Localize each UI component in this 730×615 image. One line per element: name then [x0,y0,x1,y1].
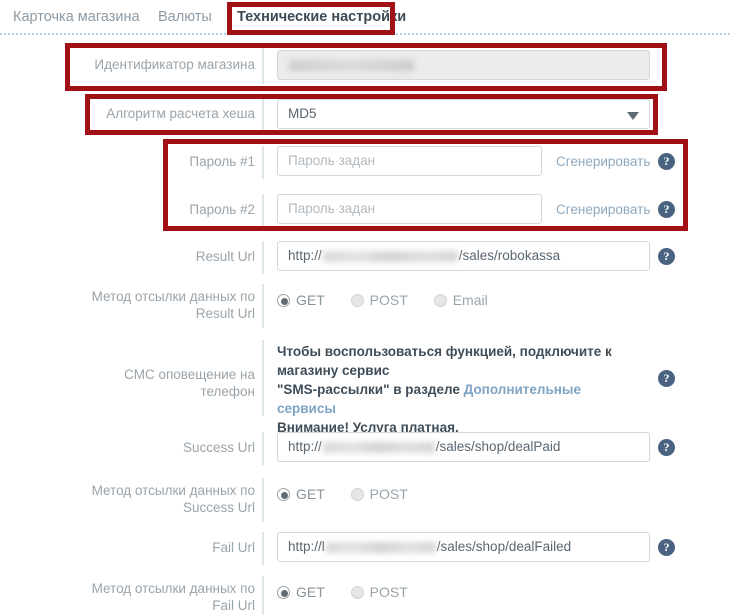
row-divider [262,48,264,84]
hash-algorithm-value: MD5 [288,106,317,121]
masked-domain [325,541,436,553]
row-divider [262,284,264,328]
success-url-input[interactable]: http:// /sales/shop/dealPaid [277,432,650,462]
password-2-label: Пароль #2 [189,202,255,217]
sms-text-line-3-prefix: "SMS-рассылки" в разделе [277,382,464,397]
radio-dot-icon [350,586,364,599]
hash-algorithm-label: Алгоритм расчета хеша [106,106,255,121]
help-icon[interactable]: ? [658,539,675,556]
success-method-label-line1: Метод отсылки данных по [91,483,255,498]
result-url-suffix: /sales/robokassa [458,248,561,263]
radio-dot-icon [277,586,290,599]
result-method-label-line2: Result Url [195,306,255,321]
radio-dot-icon [350,488,364,501]
success-url-prefix: http:// [288,439,322,454]
sms-info-text: Чтобы воспользоваться функцией, подключи… [277,342,637,437]
sms-label-line1: СМС оповещение на [124,367,255,382]
masked-domain [322,441,435,453]
password-1-input[interactable]: Пароль задан [277,146,542,176]
radio-success-get[interactable]: GET [277,486,325,502]
chevron-down-icon [627,112,639,120]
hash-algorithm-select[interactable]: MD5 [277,99,650,129]
masked-shop-id-value [289,59,414,71]
row-divider [262,146,264,179]
sms-text-line-2: магазину сервис [277,363,390,378]
password-2-input[interactable]: Пароль задан [277,194,542,224]
radio-dot-icon [277,488,290,501]
tab-shop-card[interactable]: Карточка магазина [13,9,140,25]
generate-password-1-link[interactable]: Сгенерировать [556,154,650,169]
fail-method-label-line2: Fail Url [212,598,255,613]
radio-fail-post[interactable]: POST [350,584,408,600]
success-method-radiogroup: GET POST [277,486,430,502]
help-icon[interactable]: ? [658,439,675,456]
tab-technical-settings[interactable]: Технические настройки [237,9,406,25]
radio-result-get[interactable]: GET [277,292,325,308]
radio-dot-icon [350,294,364,307]
technical-settings-page: Карточка магазина Валюты Технические нас… [0,0,730,615]
fail-method-label-line1: Метод отсылки данных по [91,581,255,596]
tab-bar: Карточка магазина Валюты Технические нас… [0,0,730,35]
fail-url-suffix: /sales/shop/dealFailed [436,539,572,554]
radio-fail-get[interactable]: GET [277,584,325,600]
shop-id-label: Идентификатор магазина [94,57,255,72]
success-url-suffix: /sales/shop/dealPaid [435,439,561,454]
sms-label-line2: телефон [200,384,255,399]
password-1-label: Пароль #1 [189,154,255,169]
sms-text-line-3: "SMS-рассылки" в разделе Дополнительные … [277,380,637,418]
radio-result-email[interactable]: Email [433,292,488,308]
row-divider [262,576,264,615]
result-url-input[interactable]: http:// /sales/robokassa [277,241,650,271]
radio-success-post[interactable]: POST [350,486,408,502]
fail-url-prefix: http://l [288,539,325,554]
fail-method-radiogroup: GET POST [277,584,430,600]
result-method-label-line1: Метод отсылки данных по [91,289,255,304]
shop-id-input[interactable] [277,50,650,80]
fail-url-label: Fail Url [212,540,255,555]
sms-text-line-1: Чтобы воспользоваться функцией, подключи… [277,344,612,359]
help-icon[interactable]: ? [658,248,675,265]
success-method-label-line2: Success Url [182,500,255,515]
row-divider [262,532,264,565]
radio-dot-icon [433,294,447,307]
success-url-label: Success Url [182,440,255,455]
result-url-prefix: http:// [288,248,322,263]
fail-url-input[interactable]: http://l/sales/shop/dealFailed [277,532,650,562]
generate-password-2-link[interactable]: Сгенерировать [556,202,650,217]
row-divider [262,241,264,274]
row-divider [262,98,264,132]
row-divider [262,194,264,227]
row-divider [262,432,264,465]
result-method-radiogroup: GET POST Email [277,292,510,308]
radio-result-post[interactable]: POST [350,292,408,308]
masked-domain [322,250,458,262]
help-icon[interactable]: ? [658,153,675,170]
radio-dot-icon [277,294,290,307]
result-url-label: Result Url [195,249,255,264]
tab-currencies[interactable]: Валюты [158,9,212,25]
row-divider [262,340,264,416]
row-divider [262,478,264,522]
help-icon[interactable]: ? [658,201,675,218]
help-icon[interactable]: ? [658,370,675,387]
